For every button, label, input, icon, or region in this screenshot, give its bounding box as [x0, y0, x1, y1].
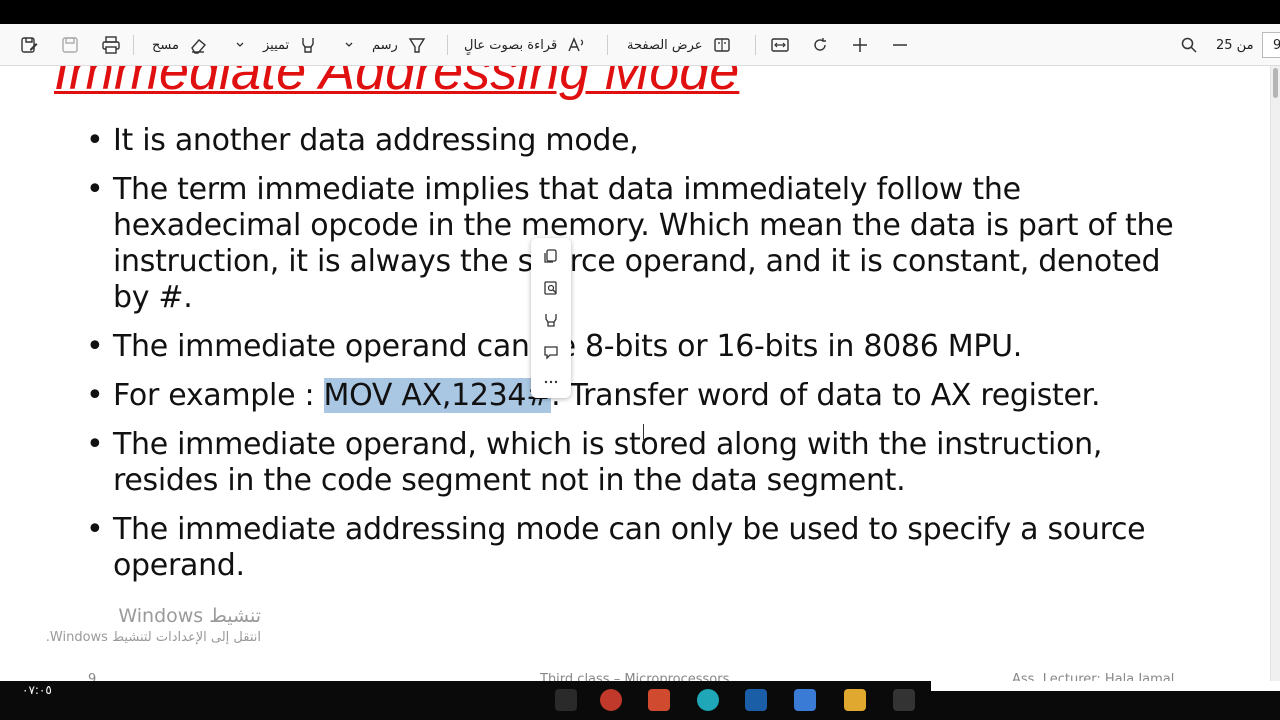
taskbar-clock[interactable]: ٠٧:٠٥ [22, 683, 52, 697]
page-view-label: عرض الصفحة [627, 37, 703, 53]
footer-left-text: Third class – Microprocessors [540, 672, 730, 681]
comment-icon[interactable] [541, 342, 561, 362]
save-as-icon[interactable] [20, 24, 38, 66]
search-page-icon[interactable] [541, 278, 561, 298]
highlighter-icon[interactable] [541, 310, 561, 330]
draw-button[interactable]: رسم [344, 24, 426, 66]
read-aloud-label: قراءة بصوت عالٍ [464, 37, 558, 53]
highlight-label: تمييز [263, 37, 290, 53]
scrollbar-thumb[interactable] [1273, 68, 1278, 98]
window-bottom-strip [931, 681, 1280, 691]
page-number-input[interactable]: 9 [1262, 32, 1280, 58]
highlight-button[interactable]: تمييز [235, 24, 317, 66]
zoom-out-icon[interactable] [891, 24, 909, 66]
toolbar-separator [607, 35, 608, 55]
taskbar-explorer-icon[interactable] [844, 689, 866, 711]
save-icon[interactable] [61, 24, 79, 66]
taskbar-app-icon[interactable] [745, 689, 767, 711]
text-cursor-icon [641, 424, 647, 440]
taskbar-app-icon[interactable] [600, 689, 622, 711]
bullet-item: • The immediate operand can be 8-bits or… [86, 329, 1186, 365]
activation-subtitle: انتقل إلى الإعدادات لتنشيط Windows. [45, 630, 261, 645]
bullet-list: • It is another data addressing mode, • … [86, 123, 1186, 597]
windows-activation-watermark: تنشيط Windows انتقل إلى الإعدادات لتنشيط… [46, 604, 261, 648]
search-icon[interactable] [1180, 24, 1198, 66]
pdf-toolbar: مسح تمييز رسم قراءة بصوت عالٍ عرض الصفحة… [0, 24, 1280, 66]
bullet-dot: • [86, 172, 104, 207]
chevron-down-icon[interactable] [344, 40, 354, 50]
bullet-text: It is another data addressing mode, [113, 123, 639, 158]
bullet-text: The immediate operand, which is stored a… [113, 427, 1103, 498]
read-aloud-button[interactable]: قراءة بصوت عالٍ [464, 24, 587, 66]
bullet-item: • For example : MOV AX,1234#. Transfer w… [86, 378, 1186, 414]
window-top-strip [0, 0, 1280, 24]
copy-icon[interactable] [541, 246, 561, 266]
pdf-page: Immediate Addressing Mode • It is anothe… [0, 66, 1280, 681]
vertical-scrollbar[interactable] [1270, 66, 1280, 681]
print-icon[interactable] [101, 24, 121, 66]
slide-title: Immediate Addressing Mode [54, 66, 740, 101]
page-count: من 25 [1216, 37, 1254, 53]
toolbar-separator [133, 35, 134, 55]
zoom-in-icon[interactable] [851, 24, 869, 66]
activation-title: تنشيط Windows [118, 605, 261, 627]
page-view-icon [713, 38, 730, 52]
more-icon[interactable] [541, 372, 561, 392]
bullet-dot: • [86, 427, 104, 462]
selection-context-bar [531, 238, 571, 398]
selected-text[interactable]: MOV AX,1234# [323, 378, 551, 413]
bullet-item: • The immediate operand, which is stored… [86, 427, 1186, 499]
bullet-dot: • [86, 378, 104, 413]
taskbar-edge-icon[interactable] [697, 689, 719, 711]
draw-label: رسم [372, 37, 398, 53]
footer-right-text: Ass. Lecturer: Hala Jamal [1012, 672, 1175, 681]
taskbar-app-icon[interactable] [893, 689, 915, 711]
chevron-down-icon[interactable] [235, 40, 245, 50]
rotate-icon[interactable] [811, 24, 829, 66]
bullet-text-post: . Transfer word of data to AX register. [551, 378, 1101, 413]
eraser-icon [191, 39, 206, 54]
erase-label: مسح [152, 37, 179, 53]
toolbar-separator [755, 35, 756, 55]
read-aloud-icon [568, 37, 584, 52]
page-view-button[interactable]: عرض الصفحة [627, 24, 731, 66]
footer-page-number: 9 [88, 672, 97, 681]
fit-width-icon[interactable] [770, 24, 790, 66]
taskbar-powerpoint-icon[interactable] [648, 689, 670, 711]
bullet-dot: • [86, 512, 104, 547]
toolbar-separator [447, 35, 448, 55]
taskbar-app-icon[interactable] [794, 689, 816, 711]
page-number-field[interactable]: 9 [1262, 24, 1280, 66]
bullet-dot: • [86, 329, 104, 364]
taskbar-app-icon[interactable] [555, 689, 577, 711]
bullet-item: • The term immediate implies that data i… [86, 172, 1186, 316]
bullet-item: • It is another data addressing mode, [86, 123, 1186, 159]
bullet-text-pre: For example : [113, 378, 324, 413]
bullet-text: The term immediate implies that data imm… [113, 172, 1174, 315]
highlighter-icon [302, 38, 314, 53]
erase-button[interactable]: مسح [152, 24, 207, 66]
bullet-dot: • [86, 123, 104, 158]
bullet-item: • The immediate addressing mode can only… [86, 512, 1186, 584]
bullet-text: The immediate addressing mode can only b… [113, 512, 1146, 583]
pen-icon [408, 38, 426, 53]
